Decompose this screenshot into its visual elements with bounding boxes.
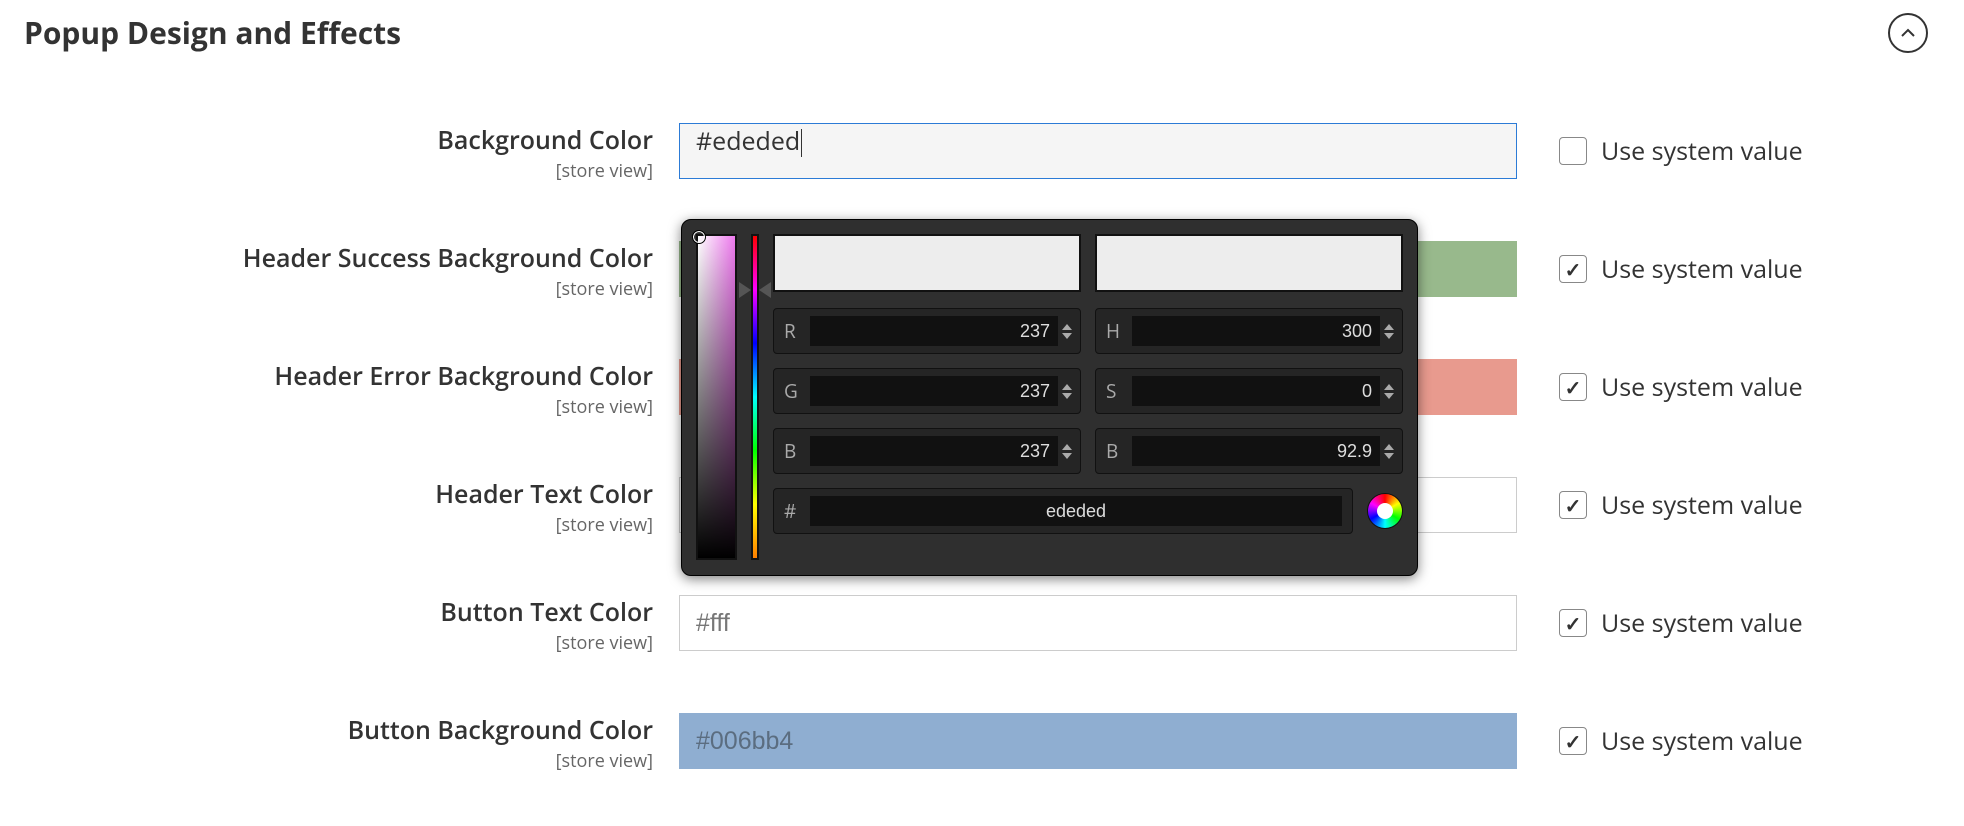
color-picker-panel: R G B [681, 219, 1418, 576]
hex-input[interactable] [810, 496, 1342, 526]
checkbox-use-system-header-success-bg[interactable] [1559, 255, 1587, 283]
rgb-g-input[interactable] [810, 376, 1058, 406]
hue-thumb-right-icon [759, 282, 771, 298]
rgb-b-input[interactable] [810, 436, 1058, 466]
scope-label: [store view] [24, 159, 653, 183]
hsb-h-input[interactable] [1132, 316, 1380, 346]
hsb-b-input[interactable] [1132, 436, 1380, 466]
input-background-color[interactable]: #ededed [679, 123, 1517, 179]
hex-label: # [784, 498, 810, 524]
checkbox-use-system-header-error-bg[interactable] [1559, 373, 1587, 401]
sv-cursor-icon [692, 230, 706, 244]
rgb-g-label: G [784, 378, 810, 404]
checkbox-label: Use system value [1601, 134, 1803, 168]
row-button-bg-color: Button Background Color [store view] Use… [24, 713, 1964, 773]
chevron-up-icon [1900, 25, 1916, 41]
input-button-bg-color[interactable] [679, 713, 1517, 769]
section-title: Popup Design and Effects [24, 12, 401, 53]
rgb-b-row: B [773, 428, 1081, 474]
label-header-error-bg: Header Error Background Color [24, 359, 653, 393]
checkbox-use-system-header-text-color[interactable] [1559, 491, 1587, 519]
scope-label: [store view] [24, 631, 653, 655]
hsb-s-input[interactable] [1132, 376, 1380, 406]
scope-label: [store view] [24, 277, 653, 301]
collapse-toggle[interactable] [1888, 13, 1928, 53]
hsb-s-label: S [1106, 378, 1132, 404]
rgb-r-stepper[interactable] [1062, 324, 1076, 339]
hsb-b-stepper[interactable] [1384, 444, 1398, 459]
hsb-b-label: B [1106, 438, 1132, 464]
rgb-r-input[interactable] [810, 316, 1058, 346]
row-background-color: Background Color [store view] #ededed Us… [24, 123, 1964, 183]
row-button-text-color: Button Text Color [store view] Use syste… [24, 595, 1964, 655]
rgb-b-label: B [784, 438, 810, 464]
checkbox-use-system-button-bg-color[interactable] [1559, 727, 1587, 755]
checkbox-use-system-button-text-color[interactable] [1559, 609, 1587, 637]
hue-thumb-left-icon [739, 282, 751, 298]
hue-slider[interactable] [751, 234, 759, 560]
checkbox-use-system-background-color[interactable] [1559, 137, 1587, 165]
scope-label: [store view] [24, 395, 653, 419]
label-header-text-color: Header Text Color [24, 477, 653, 511]
color-wheel-icon[interactable] [1367, 493, 1403, 529]
label-header-success-bg: Header Success Background Color [24, 241, 653, 275]
hsb-h-label: H [1106, 318, 1132, 344]
checkbox-label: Use system value [1601, 488, 1803, 522]
checkbox-label: Use system value [1601, 370, 1803, 404]
hex-row: # [773, 488, 1353, 534]
hsb-b-row: B [1095, 428, 1403, 474]
rgb-g-stepper[interactable] [1062, 384, 1076, 399]
text-caret [801, 129, 802, 157]
hsb-h-row: H [1095, 308, 1403, 354]
hsb-s-stepper[interactable] [1384, 384, 1398, 399]
checkbox-label: Use system value [1601, 252, 1803, 286]
checkbox-label: Use system value [1601, 724, 1803, 758]
previous-color-swatch[interactable] [1095, 234, 1403, 292]
rgb-b-stepper[interactable] [1062, 444, 1076, 459]
rgb-r-label: R [784, 318, 810, 344]
rgb-r-row: R [773, 308, 1081, 354]
hsb-s-row: S [1095, 368, 1403, 414]
scope-label: [store view] [24, 513, 653, 537]
label-button-bg-color: Button Background Color [24, 713, 653, 747]
label-button-text-color: Button Text Color [24, 595, 653, 629]
sv-picker[interactable] [696, 234, 737, 560]
hsb-h-stepper[interactable] [1384, 324, 1398, 339]
scope-label: [store view] [24, 749, 653, 773]
checkbox-label: Use system value [1601, 606, 1803, 640]
current-color-swatch [773, 234, 1081, 292]
label-background-color: Background Color [24, 123, 653, 157]
rgb-g-row: G [773, 368, 1081, 414]
input-button-text-color[interactable] [679, 595, 1517, 651]
